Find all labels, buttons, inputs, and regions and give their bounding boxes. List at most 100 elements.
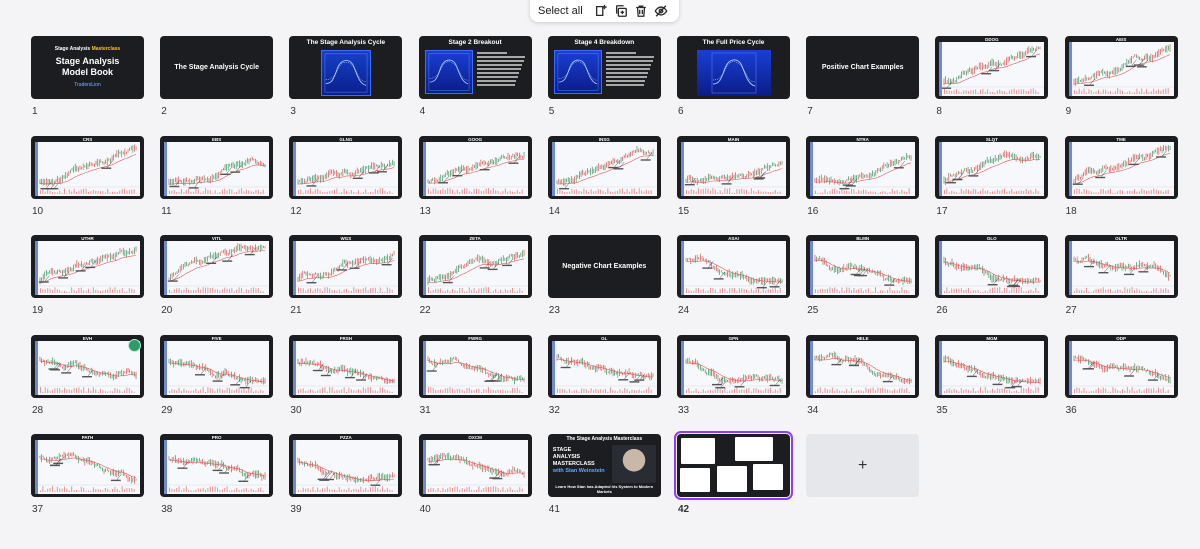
traderslion-logo: TradersLion xyxy=(74,81,101,88)
chart-panel xyxy=(1068,340,1174,395)
page-thumbnail[interactable]: The Stage Analysis Masterclass STAGE ANAL… xyxy=(547,434,661,497)
page-thumbnail[interactable]: OXCM xyxy=(418,434,532,497)
select-all-button[interactable]: Select all xyxy=(538,5,583,17)
page-number: 33 xyxy=(678,404,690,416)
page-thumbnail[interactable]: Positive Chart Examples xyxy=(806,36,920,99)
delete-button[interactable] xyxy=(631,1,651,21)
page-thumbnail[interactable]: PATH xyxy=(31,434,144,497)
stage-diagram xyxy=(553,50,602,94)
add-page-button[interactable]: + xyxy=(806,434,920,497)
page-cell: ODP 36 xyxy=(1064,334,1178,416)
page-thumbnail[interactable]: ASAI xyxy=(677,235,790,298)
page-thumbnail[interactable]: ODP xyxy=(1064,334,1178,398)
page-cell: PZZA 39 xyxy=(289,434,403,515)
page-thumbnail[interactable]: EVH xyxy=(31,334,144,398)
page-thumbnail[interactable]: UTHR xyxy=(31,235,144,298)
slide-text-lines xyxy=(476,52,527,88)
page-thumbnail[interactable]: SLQT xyxy=(935,135,1049,199)
diagram-graphic xyxy=(711,52,757,94)
chart-panel xyxy=(35,340,140,395)
chart-panel xyxy=(422,141,528,196)
slide-title: Stage 2 Breakout xyxy=(448,39,502,46)
page-thumbnail[interactable]: TME xyxy=(1064,135,1178,199)
page-thumbnail[interactable]: PRO xyxy=(160,434,274,497)
page-cell: SLQT 17 xyxy=(935,135,1049,217)
page-thumbnail[interactable]: INSG xyxy=(547,135,661,199)
page-thumbnail[interactable]: GPN xyxy=(677,334,790,398)
page-thumbnail[interactable]: WGS xyxy=(289,235,403,298)
chart-panel xyxy=(164,340,270,395)
page-number: 24 xyxy=(678,305,690,316)
chart-graphic xyxy=(167,243,270,293)
chart-graphic xyxy=(942,256,1045,293)
page-cell: TME 18 xyxy=(1064,135,1178,217)
page-cell: AEIS 9 xyxy=(1064,36,1178,117)
chart-graphic xyxy=(554,353,657,393)
page-thumbnail[interactable]: The Stage Analysis Cycle xyxy=(289,36,403,99)
page-number: 8 xyxy=(936,106,942,117)
page-thumbnail[interactable]: ZETA xyxy=(418,235,532,298)
chart-graphic xyxy=(296,250,399,293)
chart-panel xyxy=(810,241,916,295)
chart-panel xyxy=(293,440,399,494)
page-thumbnail[interactable]: FRSH xyxy=(289,334,403,398)
trash-icon xyxy=(636,5,646,17)
page-cell: The Full Price Cycle 6 xyxy=(677,36,790,117)
page-cell: FRSH 30 xyxy=(289,334,403,416)
slide-title: Positive Chart Examples xyxy=(821,64,904,71)
page-thumbnail[interactable]: Stage 2 Breakout xyxy=(418,36,532,99)
chart-panel xyxy=(164,141,270,196)
page-thumbnail[interactable]: MGM xyxy=(935,334,1049,398)
page-thumbnail[interactable]: Negative Chart Examples xyxy=(547,235,661,298)
page-cell: PRO 38 xyxy=(160,434,274,515)
page-number: 38 xyxy=(161,504,173,515)
page-number: 3 xyxy=(290,106,296,117)
masterclass-headline: STAGE ANALYSIS MASTERCLASS with Stan Weinst… xyxy=(552,447,605,474)
page-thumbnail[interactable]: BLMN xyxy=(806,235,920,298)
page-number: 11 xyxy=(161,205,172,217)
hide-button[interactable] xyxy=(651,1,671,21)
chart-graphic xyxy=(425,452,528,492)
chart-panel xyxy=(35,440,140,494)
page-thumbnail[interactable]: OLTR xyxy=(1064,235,1178,298)
chart-graphic xyxy=(38,451,140,492)
page-thumbnail[interactable]: AEIS xyxy=(1064,36,1178,99)
page-cell: VITL 20 xyxy=(160,235,274,316)
chart-graphic xyxy=(1071,44,1174,94)
page-thumbnail[interactable]: CRS xyxy=(31,135,144,199)
page-thumbnail[interactable]: Stage 4 Breakdown xyxy=(547,36,661,99)
page-thumbnail[interactable]: GL xyxy=(547,334,661,398)
page-thumbnail[interactable]: GLNG xyxy=(289,135,403,199)
page-number: 9 xyxy=(1065,106,1072,117)
duplicate-button[interactable] xyxy=(611,1,631,21)
page-number: 41 xyxy=(548,504,560,515)
page-cell: The Stage Analysis Masterclass STAGE ANAL… xyxy=(547,434,661,515)
page-thumbnail[interactable] xyxy=(674,431,793,500)
chart-graphic xyxy=(684,357,786,393)
page-thumbnail[interactable]: DDOG xyxy=(935,36,1049,99)
page-thumbnail[interactable]: The Full Price Cycle xyxy=(677,36,790,99)
page-thumbnail[interactable]: GOOG xyxy=(418,135,532,199)
chart-graphic xyxy=(38,246,140,293)
page-cell: MAIN 15 xyxy=(677,135,790,217)
page-thumbnail[interactable]: HELE xyxy=(806,334,920,398)
page-thumbnail[interactable]: FWRG xyxy=(418,334,532,398)
page-thumbnail[interactable]: DLO xyxy=(935,235,1049,298)
page-thumbnail[interactable]: FIVE xyxy=(160,334,274,398)
page-cell: Stage 4 Breakdown 5 xyxy=(547,36,661,117)
page-thumbnail[interactable]: NTRA xyxy=(806,135,920,199)
page-thumbnail[interactable]: MAIN xyxy=(677,135,790,199)
page-thumbnail[interactable]: Stage Analysis Masterclass Stage Analysi… xyxy=(31,36,144,99)
page-thumbnail[interactable]: The Stage Analysis Cycle xyxy=(160,36,274,99)
chart-panel xyxy=(551,340,657,395)
page-cell: WGS 21 xyxy=(289,235,403,316)
page-number: 19 xyxy=(32,305,44,316)
page-thumbnail[interactable]: EBS xyxy=(160,135,274,199)
chart-panel xyxy=(681,241,786,295)
page-thumbnail[interactable]: VITL xyxy=(160,235,274,298)
page-cell: MGM 35 xyxy=(935,334,1049,416)
page-thumbnail[interactable]: PZZA xyxy=(289,434,403,497)
hide-icon xyxy=(654,4,668,17)
add-page-button[interactable] xyxy=(591,1,611,21)
page-number: 31 xyxy=(419,404,431,416)
